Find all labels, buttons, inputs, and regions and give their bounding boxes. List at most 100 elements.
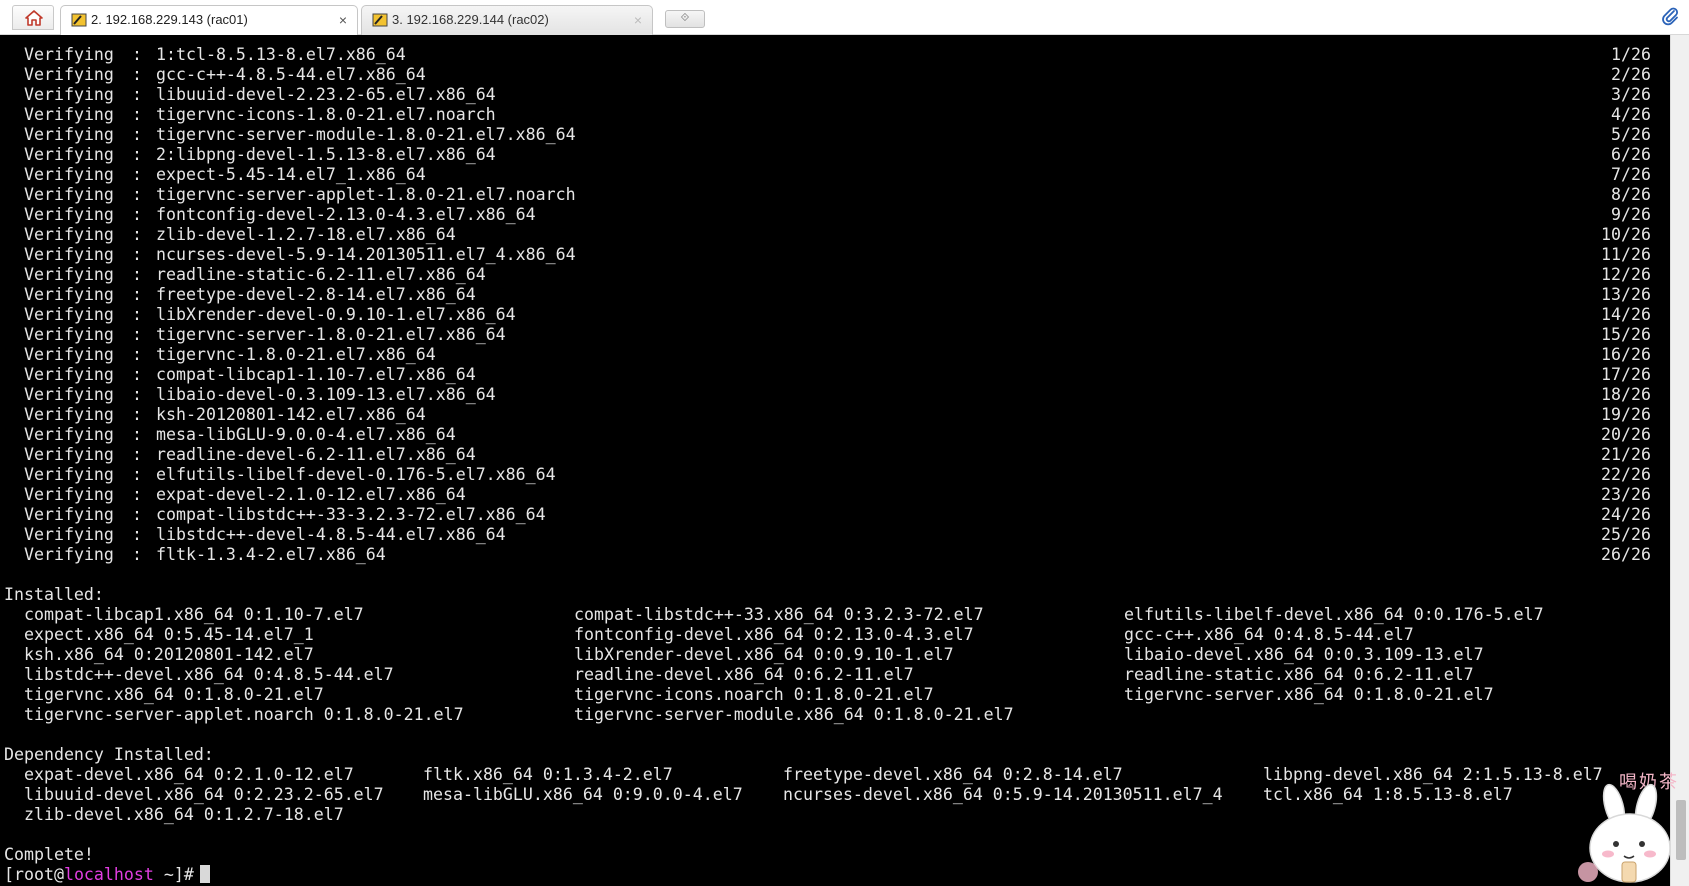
verify-separator: :: [132, 165, 142, 184]
verify-count: 24/26: [1601, 505, 1651, 524]
verify-action: Verifying: [24, 485, 114, 504]
verify-line: Verifying: libstdc++-devel-4.8.5-44.el7.x…: [4, 525, 1670, 545]
verify-action: Verifying: [24, 45, 114, 64]
verify-package: libstdc++-devel-4.8.5-44.el7.x86_64: [156, 525, 506, 544]
home-button[interactable]: [12, 5, 54, 30]
verify-block: Verifying:1:tcl-8.5.13-8.el7.x86_64 1/26 V…: [4, 45, 1670, 565]
verify-action: Verifying: [24, 205, 114, 224]
verify-action: Verifying: [24, 345, 114, 364]
verify-count: 18/26: [1601, 385, 1651, 404]
verify-count: 26/26: [1601, 545, 1651, 564]
verify-package: fontconfig-devel-2.13.0-4.3.el7.x86_64: [156, 205, 536, 224]
verify-line: Verifying: tigervnc-server-1.8.0-21.el7.x…: [4, 325, 1670, 345]
verify-action: Verifying: [24, 165, 114, 184]
verify-action: Verifying: [24, 125, 114, 144]
verify-count: 16/26: [1601, 345, 1651, 364]
verify-count: 11/26: [1601, 245, 1651, 264]
verify-separator: :: [132, 185, 142, 204]
verify-package: mesa-libGLU-9.0.0-4.el7.x86_64: [156, 425, 456, 444]
installed-header: Installed:: [4, 585, 104, 604]
verify-line: Verifying: zlib-devel-1.2.7-18.el7.x86_64…: [4, 225, 1670, 245]
verify-count: 21/26: [1601, 445, 1651, 464]
tab-rac02[interactable]: 3. 192.168.229.144 (rac02) ×: [361, 5, 653, 35]
verify-line: Verifying: expat-devel-2.1.0-12.el7.x86_6…: [4, 485, 1670, 505]
verify-separator: :: [132, 485, 142, 504]
verify-line: Verifying: ksh-20120801-142.el7.x86_64 19/…: [4, 405, 1670, 425]
installed-package: gcc-c++.x86_64 0:4.8.5-44.el7: [1124, 625, 1414, 644]
verify-line: Verifying: ncurses-devel-5.9-14.20130511.…: [4, 245, 1670, 265]
prompt-host: localhost: [63, 865, 154, 884]
dependency-header: Dependency Installed:: [4, 745, 214, 764]
verify-separator: :: [132, 225, 142, 244]
verify-package: expect-5.45-14.el7_1.x86_64: [156, 165, 426, 184]
verify-count: 1/26: [1611, 45, 1651, 64]
verify-package: tigervnc-server-module-1.8.0-21.el7.x86_…: [156, 125, 576, 144]
terminal-window: 2. 192.168.229.143 (rac01) × 3. 192.168.…: [0, 0, 1689, 886]
verify-count: 15/26: [1601, 325, 1651, 344]
close-icon[interactable]: ×: [634, 6, 642, 34]
installed-row: tigervnc.x86_64 0:1.8.0-21.el7 tigervnc-i…: [4, 685, 1670, 705]
verify-line: Verifying: libXrender-devel-0.9.10-1.el7.…: [4, 305, 1670, 325]
verify-separator: :: [132, 325, 142, 344]
installed-package: expect.x86_64 0:5.45-14.el7_1: [24, 625, 314, 644]
dependency-row: expat-devel.x86_64 0:2.1.0-12.el7 fltk.x8…: [4, 765, 1670, 785]
verify-line: Verifying: libuuid-devel-2.23.2-65.el7.x8…: [4, 85, 1670, 105]
verify-action: Verifying: [24, 405, 114, 424]
verify-separator: :: [132, 365, 142, 384]
verify-action: Verifying: [24, 265, 114, 284]
dependency-package: mesa-libGLU.x86_64 0:9.0.0-4.el7: [423, 785, 743, 804]
installed-row: tigervnc-server-applet.noarch 0:1.8.0-21…: [4, 705, 1670, 725]
dependency-package: zlib-devel.x86_64 0:1.2.7-18.el7: [24, 805, 344, 824]
verify-separator: :: [132, 85, 142, 104]
verify-package: fltk-1.3.4-2.el7.x86_64: [156, 545, 386, 564]
verify-action: Verifying: [24, 245, 114, 264]
dependency-package: libuuid-devel.x86_64 0:2.23.2-65.el7: [24, 785, 384, 804]
verify-package: tigervnc-server-1.8.0-21.el7.x86_64: [156, 325, 506, 344]
installed-row: libstdc++-devel.x86_64 0:4.8.5-44.el7 rea…: [4, 665, 1670, 685]
verify-separator: :: [132, 545, 142, 564]
installed-block: compat-libcap1.x86_64 0:1.10-7.el7 compat…: [4, 605, 1670, 725]
verify-count: 19/26: [1601, 405, 1651, 424]
verify-action: Verifying: [24, 65, 114, 84]
installed-row: ksh.x86_64 0:20120801-142.el7 libXrender-…: [4, 645, 1670, 665]
verify-line: Verifying: compat-libstdc++-33-3.2.3-72.e…: [4, 505, 1670, 525]
installed-package: compat-libcap1.x86_64 0:1.10-7.el7: [24, 605, 364, 624]
installed-package: libaio-devel.x86_64 0:0.3.109-13.el7: [1124, 645, 1484, 664]
verify-line: Verifying: tigervnc-server-applet-1.8.0-2…: [4, 185, 1670, 205]
verify-separator: :: [132, 205, 142, 224]
installed-package: tigervnc-icons.noarch 0:1.8.0-21.el7: [574, 685, 934, 704]
verify-line: Verifying: gcc-c++-4.8.5-44.el7.x86_64 2/2…: [4, 65, 1670, 85]
scrollbar[interactable]: [1670, 35, 1689, 886]
verify-action: Verifying: [24, 185, 114, 204]
verify-package: compat-libcap1-1.10-7.el7.x86_64: [156, 365, 476, 384]
verify-action: Verifying: [24, 505, 114, 524]
verify-count: 2/26: [1611, 65, 1651, 84]
putty-terminal-icon: [372, 13, 388, 27]
verify-action: Verifying: [24, 365, 114, 384]
shell-prompt[interactable]: [root@localhost ~]#: [4, 865, 1670, 885]
verify-count: 9/26: [1611, 205, 1651, 224]
verify-separator: :: [132, 45, 142, 64]
home-icon: [25, 10, 43, 26]
verify-package: ksh-20120801-142.el7.x86_64: [156, 405, 426, 424]
verify-action: Verifying: [24, 85, 114, 104]
verify-separator: :: [132, 265, 142, 284]
close-icon[interactable]: ×: [339, 6, 347, 34]
verify-line: Verifying: readline-static-6.2-11.el7.x86…: [4, 265, 1670, 285]
new-tab-button[interactable]: ⟐: [665, 10, 705, 28]
verify-package: tigervnc-icons-1.8.0-21.el7.noarch: [156, 105, 496, 124]
paperclip-icon[interactable]: [1661, 7, 1681, 27]
verify-separator: :: [132, 345, 142, 364]
tab-rac01[interactable]: 2. 192.168.229.143 (rac01) ×: [60, 5, 358, 35]
terminal-output[interactable]: Verifying:1:tcl-8.5.13-8.el7.x86_64 1/26 V…: [0, 35, 1670, 886]
dependency-row: zlib-devel.x86_64 0:1.2.7-18.el7: [4, 805, 1670, 825]
verify-action: Verifying: [24, 105, 114, 124]
verify-separator: :: [132, 125, 142, 144]
installed-row: expect.x86_64 0:5.45-14.el7_1 fontconfig-…: [4, 625, 1670, 645]
installed-row: compat-libcap1.x86_64 0:1.10-7.el7 compat…: [4, 605, 1670, 625]
verify-separator: :: [132, 405, 142, 424]
verify-count: 4/26: [1611, 105, 1651, 124]
verify-separator: :: [132, 525, 142, 544]
